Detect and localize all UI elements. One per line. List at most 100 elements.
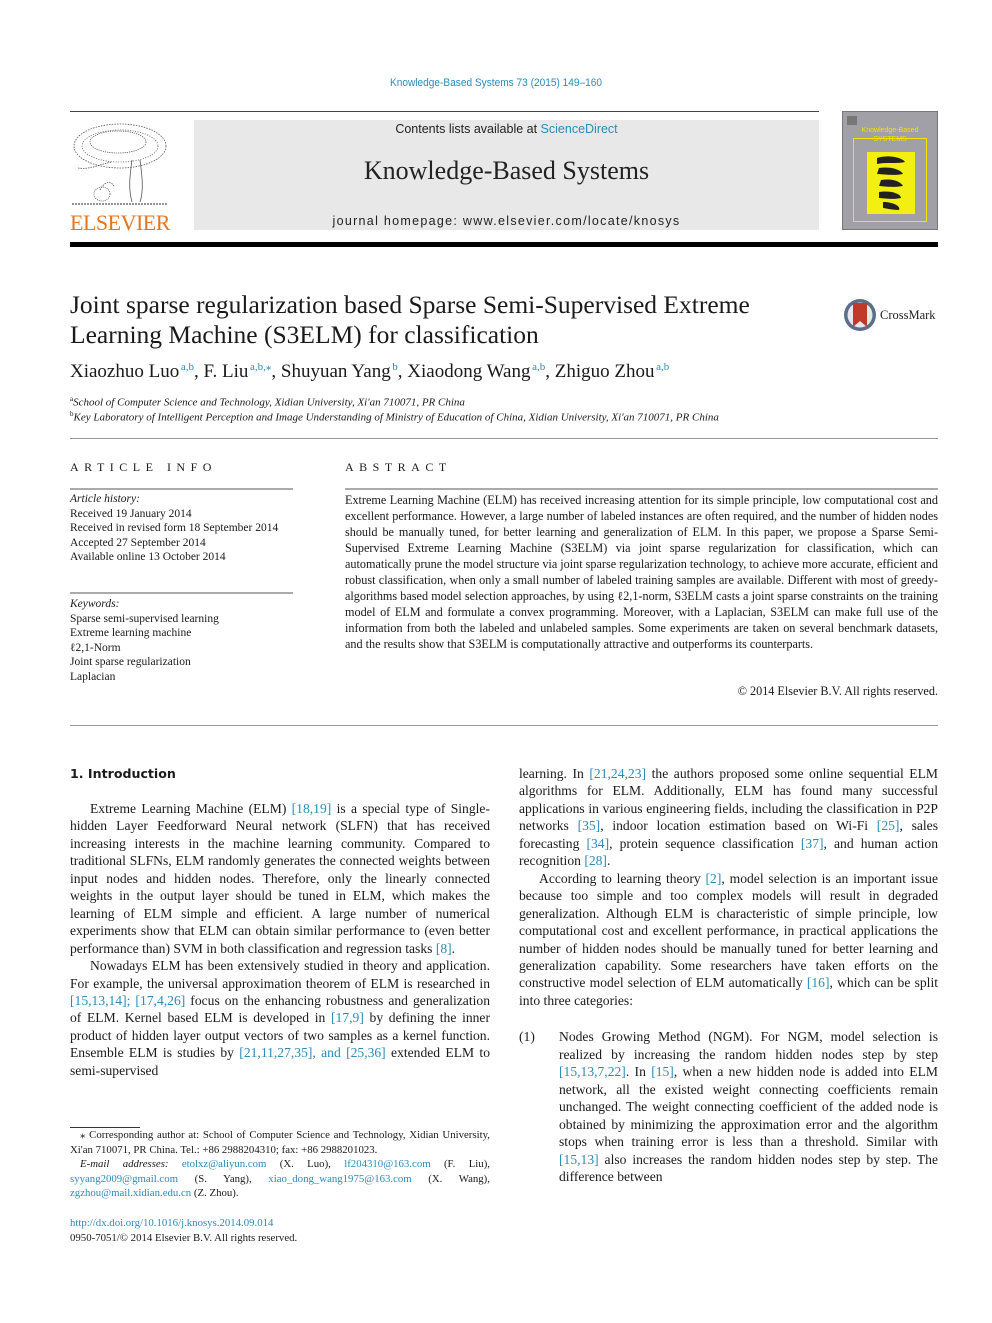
cover-artwork xyxy=(867,152,915,214)
header-divider xyxy=(70,111,819,112)
abstract-text: Extreme Learning Machine (ELM) has recei… xyxy=(345,493,938,651)
doi-link[interactable]: http://dx.doi.org/10.1016/j.knosys.2014.… xyxy=(70,1217,273,1229)
email-link[interactable]: xiao_dong_wang1975@163.com xyxy=(268,1173,411,1185)
citation-link[interactable]: [15,13,14]; [17,4,26] xyxy=(70,993,185,1008)
author-separator: , xyxy=(397,361,408,382)
author-list: Xiaozhuo Luo a,b, F. Liu a,b,⁎, Shuyuan … xyxy=(70,360,669,383)
author[interactable]: F. Liu a,b,⁎ xyxy=(203,361,271,382)
header-thick-divider xyxy=(70,242,938,247)
citation-link[interactable]: [28] xyxy=(584,853,607,868)
cover-helix-icon xyxy=(877,156,905,210)
author-affiliation-mark[interactable]: a,b xyxy=(181,361,194,373)
crossmark-icon xyxy=(844,299,876,331)
issn-copyright: 0950-7051/© 2014 Elsevier B.V. All right… xyxy=(70,1231,298,1244)
citation-link[interactable]: [15] xyxy=(651,1064,674,1079)
text-run: learning. In xyxy=(519,766,590,781)
paragraph: According to learning theory [2], model … xyxy=(519,870,938,1010)
list-number: (1) xyxy=(519,1029,535,1045)
journal-masthead: Contents lists available at ScienceDirec… xyxy=(194,120,819,230)
email-owner: (S. Yang), xyxy=(178,1172,269,1185)
citation-link[interactable]: [34] xyxy=(586,836,609,851)
email-owner: (X. Luo), xyxy=(266,1158,345,1171)
text-run: . In xyxy=(625,1064,652,1080)
email-owner: (X. Wang), xyxy=(411,1172,490,1185)
email-link[interactable]: syyang2009@gmail.com xyxy=(70,1173,178,1185)
author-name: Xiaozhuo Luo xyxy=(70,361,180,382)
paper-title: Joint sparse regularization based Sparse… xyxy=(70,290,810,350)
corresponding-author-note: ⁎ Corresponding author at: School of Com… xyxy=(70,1129,490,1156)
history-revised: Received in revised form 18 September 20… xyxy=(70,522,279,534)
text-run: Extreme Learning Machine (ELM) xyxy=(90,801,292,816)
list-item: (1) Nodes Growing Method (NGM). For NGM,… xyxy=(519,1028,938,1185)
citation-link[interactable]: [17,9] xyxy=(331,1010,364,1025)
elsevier-logo[interactable]: ELSEVIER xyxy=(70,120,170,235)
author-name: Zhiguo Zhou xyxy=(554,361,655,382)
cover-title-line-1: Knowledge-Based xyxy=(861,127,919,134)
citation-link[interactable]: [25] xyxy=(877,818,900,833)
affiliation-b: bKey Laboratory of Intelligent Perceptio… xyxy=(70,410,719,424)
article-history: Article history: Received 19 January 201… xyxy=(70,492,293,565)
author[interactable]: Shuyuan Yang b xyxy=(281,361,398,382)
cover-publisher-icon xyxy=(847,116,857,125)
author-affiliation-mark[interactable]: a,b,⁎ xyxy=(250,361,271,373)
history-accepted: Accepted 27 September 2014 xyxy=(70,536,206,549)
title-line-1: Joint sparse regularization based Sparse… xyxy=(70,290,750,319)
citation-link[interactable]: [8] xyxy=(436,941,452,956)
keyword: Laplacian xyxy=(70,670,116,683)
affiliation-text: School of Computer Science and Technolog… xyxy=(73,396,465,409)
text-run: . xyxy=(451,940,456,956)
author-affiliation-mark[interactable]: a,b xyxy=(532,361,545,373)
history-label: Article history: xyxy=(70,493,140,505)
journal-homepage-link[interactable]: journal homepage: www.elsevier.com/locat… xyxy=(194,214,819,228)
text-run: , model selection is an important issue … xyxy=(519,870,938,991)
citation-link[interactable]: [15,13] xyxy=(559,1152,599,1167)
author-affiliation-mark[interactable]: a,b xyxy=(656,361,669,373)
author[interactable]: Xiaozhuo Luo a,b xyxy=(70,361,194,382)
citation-link[interactable]: [2] xyxy=(706,871,722,886)
author-separator: , xyxy=(271,361,281,382)
history-received: Received 19 January 2014 xyxy=(70,507,192,520)
paragraph: Nowadays ELM has been extensively studie… xyxy=(70,957,490,1079)
citation-link[interactable]: [35] xyxy=(578,818,601,833)
author-name: Xiaodong Wang xyxy=(407,361,531,382)
text-run: also increases the random hidden nodes s… xyxy=(559,1151,938,1184)
crossmark-label: CrossMark xyxy=(880,308,936,322)
keyword: Extreme learning machine xyxy=(70,627,192,639)
title-line-2: Learning Machine (S3ELM) for classificat… xyxy=(70,320,539,349)
author[interactable]: Zhiguo Zhou a,b xyxy=(555,361,669,382)
citation-link[interactable]: [37] xyxy=(801,836,824,851)
author[interactable]: Xiaodong Wang a,b xyxy=(407,361,545,382)
journal-citation[interactable]: Knowledge-Based Systems 73 (2015) 149–16… xyxy=(40,77,953,89)
author-name: Shuyuan Yang xyxy=(280,361,391,382)
history-online: Available online 13 October 2014 xyxy=(70,551,226,563)
citation-link[interactable]: [16] xyxy=(807,975,830,990)
citation-link[interactable]: [18,19] xyxy=(292,801,332,816)
keywords-label: Keywords: xyxy=(70,598,120,610)
contents-prefix: Contents lists available at xyxy=(395,122,541,136)
citation-link[interactable]: [21,11,27,35], and [25,36] xyxy=(239,1045,385,1060)
text-run: , protein sequence classification xyxy=(609,835,801,851)
crossmark-badge[interactable]: CrossMark xyxy=(842,297,942,333)
article-info-heading: ARTICLE INFO xyxy=(70,460,217,474)
list-item-text: Nodes Growing Method (NGM). For NGM, mod… xyxy=(559,1028,938,1185)
sciencedirect-link[interactable]: ScienceDirect xyxy=(541,122,618,136)
text-run: According to learning theory xyxy=(539,870,706,886)
citation-link[interactable]: [21,24,23] xyxy=(589,766,646,781)
paragraph-continued: learning. In [21,24,23] the authors prop… xyxy=(519,765,938,870)
email-link[interactable]: zgzhou@mail.xidian.edu.cn xyxy=(70,1187,191,1199)
author-separator: , xyxy=(545,361,555,382)
email-link[interactable]: etolxz@aliyun.com xyxy=(182,1158,267,1170)
article-info-divider xyxy=(70,488,293,490)
text-run: Nodes Growing Method (NGM). For NGM, mod… xyxy=(559,1029,938,1062)
text-run: Nowadays ELM has been extensively studie… xyxy=(70,958,490,991)
email-link[interactable]: lf204310@163.com xyxy=(344,1158,430,1170)
journal-cover-thumbnail[interactable]: Knowledge-Based SYSTEMS xyxy=(842,111,938,230)
journal-name: Knowledge-Based Systems xyxy=(363,156,650,185)
abstract-copyright: © 2014 Elsevier B.V. All rights reserved… xyxy=(737,684,938,698)
citation-link[interactable]: [15,13,7,22] xyxy=(559,1064,626,1079)
email-addresses: E-mail addresses: etolxz@aliyun.com (X. … xyxy=(70,1157,490,1201)
affiliation-a: aSchool of Computer Science and Technolo… xyxy=(70,395,465,409)
section-heading-introduction: 1. Introduction xyxy=(70,766,176,781)
text-run: is a special type of Single-hidden Layer… xyxy=(70,801,490,956)
elsevier-wordmark: ELSEVIER xyxy=(70,210,170,235)
